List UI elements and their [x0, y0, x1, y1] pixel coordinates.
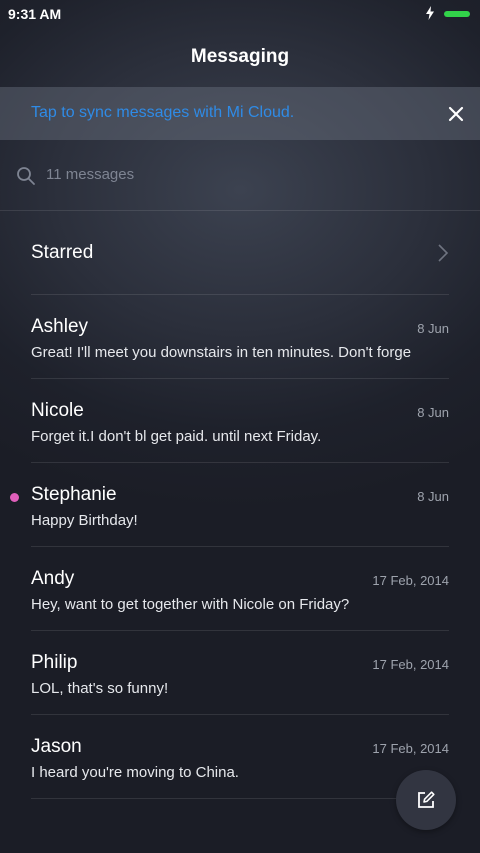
message-snippet: LOL, that's so funny! [31, 680, 169, 697]
conversation-item[interactable]: Stephanie 8 Jun Happy Birthday! [10, 463, 449, 547]
conversation-item[interactable]: Ashley 8 Jun Great! I'll meet you downst… [31, 295, 449, 379]
contact-name: Philip [31, 652, 78, 673]
contact-name: Jason [31, 736, 82, 757]
contact-name: Nicole [31, 400, 84, 421]
status-bar: 9:31 AM [0, 0, 480, 28]
conversation-item[interactable]: Andy 17 Feb, 2014 Hey, want to get toget… [31, 547, 449, 631]
starred-row[interactable]: Starred [31, 211, 449, 295]
sync-banner[interactable]: Tap to sync messages with Mi Cloud. [0, 87, 480, 140]
message-snippet: Forget it.I don't bl get paid. until nex… [31, 428, 322, 445]
contact-name: Ashley [31, 316, 89, 337]
message-snippet: Happy Birthday! [31, 512, 138, 529]
close-icon[interactable] [446, 104, 466, 124]
message-date: 17 Feb, 2014 [372, 741, 449, 756]
conversation-item[interactable]: Jason 17 Feb, 2014 I heard you're moving… [31, 715, 449, 799]
contact-name: Stephanie [31, 484, 117, 505]
battery-icon [444, 11, 470, 17]
page-title: Messaging [190, 46, 290, 67]
message-date: 17 Feb, 2014 [372, 573, 449, 588]
unread-indicator [10, 493, 19, 502]
message-date: 8 Jun [417, 405, 449, 420]
message-snippet: I heard you're moving to China. [31, 764, 239, 781]
compose-button[interactable] [396, 770, 456, 830]
status-time: 9:31 AM [8, 6, 62, 22]
compose-icon [418, 791, 435, 808]
search-input[interactable] [46, 162, 426, 186]
starred-label: Starred [31, 242, 94, 263]
conversation-item[interactable]: Philip 17 Feb, 2014 LOL, that's so funny… [31, 631, 449, 715]
message-date: 8 Jun [417, 321, 449, 336]
message-date: 8 Jun [417, 489, 449, 504]
chevron-right-icon [438, 244, 449, 262]
search-bar [0, 140, 480, 211]
message-date: 17 Feb, 2014 [372, 657, 449, 672]
contact-name: Andy [31, 568, 75, 589]
sync-banner-text[interactable]: Tap to sync messages with Mi Cloud. [31, 104, 294, 122]
message-snippet: Hey, want to get together with Nicole on… [31, 596, 350, 613]
message-snippet: Great! I'll meet you downstairs in ten m… [31, 344, 412, 361]
conversation-item[interactable]: Nicole 8 Jun Forget it.I don't bl get pa… [31, 379, 449, 463]
charging-bolt-icon [426, 6, 434, 20]
search-icon [17, 167, 35, 185]
